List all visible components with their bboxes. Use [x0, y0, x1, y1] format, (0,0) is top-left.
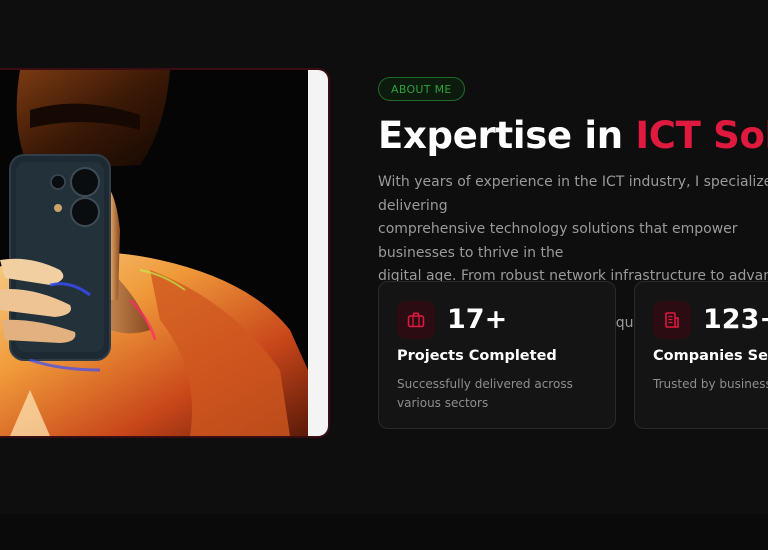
- section-headline: Expertise in ICT Solutions: [378, 110, 768, 162]
- about-section: ABOUT ME Expertise in ICT Solutions With…: [0, 0, 768, 550]
- about-me-badge: ABOUT ME: [378, 77, 465, 101]
- stat-card-companies: 123+ Companies Served Trusted by busines…: [634, 281, 768, 429]
- stat-title: Companies Served: [653, 348, 768, 364]
- stat-description: Trusted by businesses: [653, 377, 768, 391]
- stat-number: 17+: [447, 304, 508, 335]
- briefcase-icon: [397, 301, 435, 339]
- stat-title: Projects Completed: [397, 348, 557, 364]
- building-icon: [653, 301, 691, 339]
- section-bottom-band: [0, 514, 768, 550]
- headline-accent: ICT Solutions: [635, 114, 768, 157]
- stat-number: 123+: [703, 304, 768, 335]
- stat-description: Successfully delivered across various se…: [397, 377, 573, 410]
- selfie-photo-illustration: [0, 70, 328, 436]
- profile-photo: [0, 68, 330, 438]
- headline-prefix: Expertise in: [378, 114, 636, 157]
- stat-card-projects: 17+ Projects Completed Successfully deli…: [378, 281, 616, 429]
